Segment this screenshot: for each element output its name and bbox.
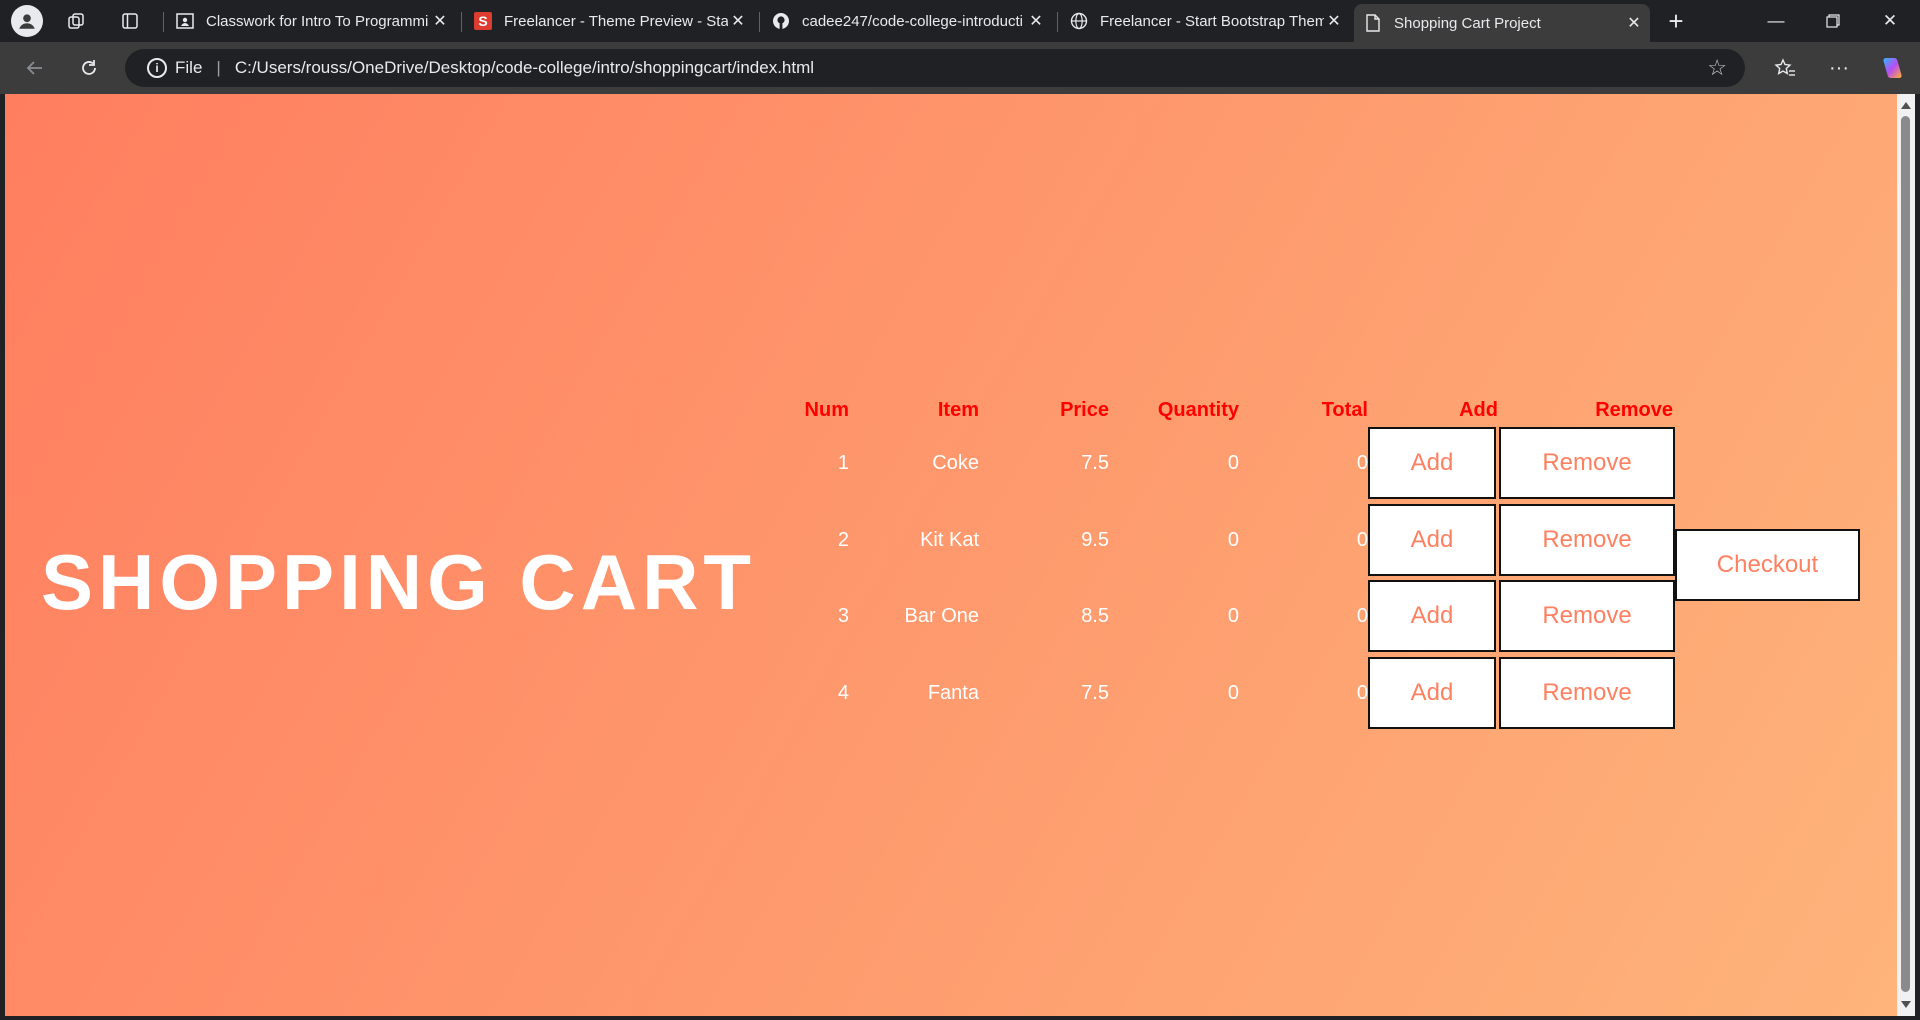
tab-github[interactable]: cadee247/code-college-introducti ✕ bbox=[762, 4, 1052, 38]
scroll-up-icon[interactable] bbox=[1901, 102, 1911, 109]
row-3-price: 8.5 bbox=[1081, 605, 1109, 627]
remove-button-row-2[interactable]: Remove bbox=[1499, 504, 1675, 576]
address-scheme: File bbox=[175, 58, 203, 77]
classroom-icon bbox=[176, 12, 194, 30]
window-close-icon[interactable]: ✕ bbox=[1862, 0, 1918, 42]
address-divider: | bbox=[216, 58, 221, 77]
address-bar[interactable]: i File | C:/Users/rouss/OneDrive/Desktop… bbox=[125, 49, 1745, 87]
add-button-row-4[interactable]: Add bbox=[1368, 657, 1496, 729]
github-icon bbox=[772, 12, 790, 30]
close-icon[interactable]: ✕ bbox=[430, 11, 450, 31]
close-icon[interactable]: ✕ bbox=[728, 11, 748, 31]
row-1-num: 1 bbox=[837, 452, 849, 474]
person-icon bbox=[19, 14, 35, 29]
header-num: Num bbox=[804, 399, 849, 421]
tab-shopping-cart[interactable]: Shopping Cart Project ✕ bbox=[1354, 4, 1650, 42]
scroll-thumb[interactable] bbox=[1901, 116, 1910, 992]
page-icon bbox=[1364, 14, 1382, 32]
close-icon[interactable]: ✕ bbox=[1026, 11, 1046, 31]
row-1-item: Coke bbox=[932, 452, 979, 474]
tab-title: Classwork for Intro To Programmi bbox=[206, 12, 429, 30]
tab-freelancer-preview[interactable]: S Freelancer - Theme Preview - Star ✕ bbox=[464, 4, 754, 38]
row-4-quantity: 0 bbox=[1227, 682, 1239, 704]
row-1-total: 0 bbox=[1356, 452, 1368, 474]
window-edge bbox=[0, 1016, 1920, 1020]
profile-avatar[interactable] bbox=[11, 5, 43, 37]
row-3-total: 0 bbox=[1356, 605, 1368, 627]
checkout-button[interactable]: Checkout bbox=[1675, 529, 1860, 601]
vertical-tabs-icon[interactable] bbox=[114, 5, 146, 37]
address-url: C:/Users/rouss/OneDrive/Desktop/code-col… bbox=[234, 58, 815, 77]
page-viewport: SHOPPING CART Num Item Price Quantity To… bbox=[5, 94, 1897, 1016]
browser-toolbar: i File | C:/Users/rouss/OneDrive/Desktop… bbox=[0, 42, 1920, 94]
header-remove: Remove bbox=[1595, 399, 1673, 421]
startbootstrap-icon: S bbox=[474, 12, 492, 30]
row-4-total: 0 bbox=[1356, 682, 1368, 704]
row-1-price: 7.5 bbox=[1081, 452, 1109, 474]
row-2-item: Kit Kat bbox=[920, 529, 979, 551]
remove-button-row-3[interactable]: Remove bbox=[1499, 580, 1675, 652]
row-2-quantity: 0 bbox=[1227, 529, 1239, 551]
tab-classwork[interactable]: Classwork for Intro To Programmi ✕ bbox=[166, 4, 456, 38]
favorite-star-icon[interactable]: ☆ bbox=[1707, 55, 1727, 81]
more-menu-icon[interactable]: ··· bbox=[1823, 52, 1855, 84]
row-2-total: 0 bbox=[1356, 529, 1368, 551]
restore-icon[interactable] bbox=[1805, 0, 1861, 42]
page-scrollbar[interactable] bbox=[1897, 94, 1915, 1016]
row-4-item: Fanta bbox=[927, 682, 979, 704]
header-price: Price bbox=[1060, 399, 1109, 421]
row-4-num: 4 bbox=[837, 682, 849, 704]
new-tab-icon[interactable]: + bbox=[1660, 5, 1692, 37]
minimize-icon[interactable]: — bbox=[1748, 0, 1804, 42]
window-edge bbox=[1915, 94, 1920, 1020]
add-button-row-1[interactable]: Add bbox=[1368, 427, 1496, 499]
row-3-item: Bar One bbox=[904, 605, 979, 627]
row-3-quantity: 0 bbox=[1227, 605, 1239, 627]
tab-title: cadee247/code-college-introducti bbox=[802, 12, 1023, 30]
tab-freelancer-theme[interactable]: Freelancer - Start Bootstrap Them ✕ bbox=[1060, 4, 1350, 38]
close-icon[interactable]: ✕ bbox=[1624, 13, 1644, 33]
scroll-down-icon[interactable] bbox=[1901, 1001, 1911, 1008]
copilot-icon[interactable] bbox=[1876, 52, 1908, 84]
close-icon[interactable]: ✕ bbox=[1324, 11, 1344, 31]
page-title: SHOPPING CART bbox=[41, 538, 757, 626]
header-total: Total bbox=[1321, 399, 1368, 421]
globe-icon bbox=[1070, 12, 1088, 30]
header-item: Item bbox=[937, 399, 979, 421]
tab-title: Freelancer - Theme Preview - Star bbox=[504, 12, 728, 30]
header-add: Add bbox=[1459, 399, 1498, 421]
row-4-price: 7.5 bbox=[1081, 682, 1109, 704]
remove-button-row-1[interactable]: Remove bbox=[1499, 427, 1675, 499]
remove-button-row-4[interactable]: Remove bbox=[1499, 657, 1675, 729]
add-button-row-3[interactable]: Add bbox=[1368, 580, 1496, 652]
info-icon[interactable]: i bbox=[147, 58, 167, 78]
back-icon[interactable] bbox=[19, 52, 51, 84]
row-3-num: 3 bbox=[837, 605, 849, 627]
refresh-icon[interactable] bbox=[73, 52, 105, 84]
tab-title: Freelancer - Start Bootstrap Them bbox=[1100, 12, 1324, 30]
favorites-icon[interactable] bbox=[1769, 52, 1801, 84]
tab-strip: Classwork for Intro To Programmi ✕ S Fre… bbox=[0, 0, 1920, 42]
tab-title: Shopping Cart Project bbox=[1394, 14, 1541, 32]
row-2-price: 9.5 bbox=[1081, 529, 1109, 551]
workspaces-icon[interactable] bbox=[60, 5, 92, 37]
add-button-row-2[interactable]: Add bbox=[1368, 504, 1496, 576]
row-2-num: 2 bbox=[837, 529, 849, 551]
row-1-quantity: 0 bbox=[1227, 452, 1239, 474]
header-quantity: Quantity bbox=[1157, 399, 1239, 421]
